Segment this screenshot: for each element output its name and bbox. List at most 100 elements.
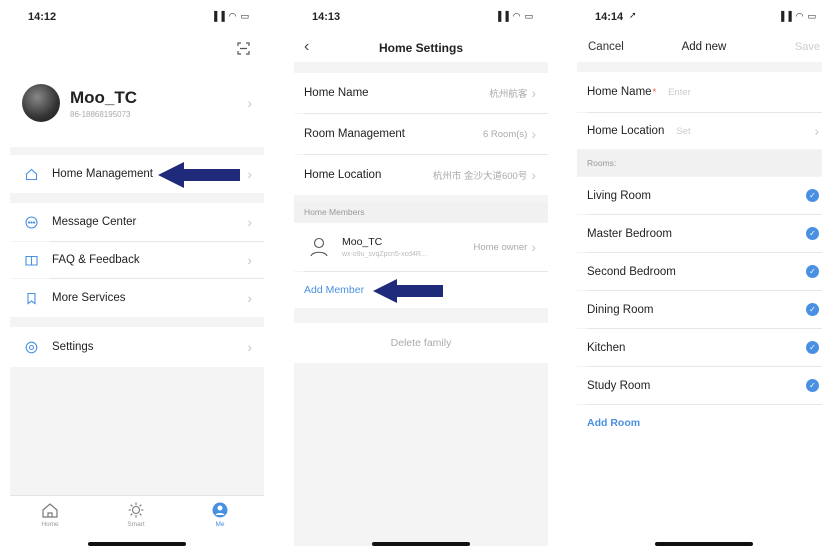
add-member-label: Add Member [304, 284, 365, 296]
arrow-left-icon [373, 279, 443, 303]
tab-bar: Home Smart Me [10, 495, 264, 546]
delete-family-button[interactable]: Delete family [294, 323, 548, 363]
check-circle-icon[interactable]: ✓ [806, 341, 819, 354]
home-name-input[interactable]: Enter [668, 87, 691, 98]
home-indicator [372, 542, 470, 546]
room-item[interactable]: Study Room ✓ [577, 367, 822, 404]
delete-family-label: Delete family [390, 337, 452, 349]
profile-row[interactable]: Moo_TC 86-18868195073 › [10, 74, 264, 132]
room-item[interactable]: Second Bedroom ✓ [577, 253, 822, 290]
chevron-right-icon: › [247, 95, 252, 111]
member-row[interactable]: Moo_TC wx-o9u_svqZpcn5-xcd4R... Home own… [294, 223, 548, 271]
member-id: wx-o9u_svqZpcn5-xcd4R... [342, 251, 427, 258]
room-item[interactable]: Master Bedroom ✓ [577, 215, 822, 252]
home-name-field[interactable]: Home Name * Enter [577, 72, 822, 112]
home-location-field[interactable]: Home Location Set › [577, 113, 822, 149]
home-name-value: 杭州航客 [489, 89, 528, 100]
avatar [22, 84, 60, 122]
menu-label: More Services [52, 292, 126, 304]
chevron-right-icon: › [247, 339, 252, 355]
menu-faq-feedback[interactable]: FAQ & Feedback › [10, 242, 264, 278]
check-circle-icon[interactable]: ✓ [806, 227, 819, 240]
status-time: 14:13 [312, 11, 341, 23]
menu-more-services[interactable]: More Services › [10, 279, 264, 317]
room-item[interactable]: Kitchen ✓ [577, 329, 822, 366]
tab-me[interactable]: Me [200, 502, 240, 528]
room-name: Kitchen [587, 341, 626, 354]
add-room-label: Add Room [587, 417, 641, 429]
menu-settings[interactable]: Settings › [10, 327, 264, 367]
home-location-input[interactable]: Set [676, 126, 690, 137]
status-icons: ▐▐ ◠ ▭ [210, 11, 250, 21]
room-name: Study Room [587, 379, 651, 392]
status-bar: 14:14 ➚ ▐▐ ◠ ▭ [577, 0, 822, 34]
status-bar: 14:12 ▐▐ ◠ ▭ [10, 0, 264, 34]
chevron-right-icon: › [247, 252, 252, 268]
home-indicator [88, 542, 186, 546]
add-room-button[interactable]: Add Room [577, 405, 822, 441]
chevron-right-icon: › [531, 126, 536, 142]
room-name: Second Bedroom [587, 265, 676, 278]
home-location-row[interactable]: Home Location 杭州市 金沙大道600号 › [294, 155, 548, 195]
menu-message-center[interactable]: Message Center › [10, 203, 264, 241]
user-icon [212, 502, 228, 518]
status-icons: ▐▐ ◠ ▭ [494, 11, 534, 21]
chevron-right-icon: › [814, 123, 819, 139]
home-settings-screen: 14:13 ▐▐ ◠ ▭ ‹ Home Settings Home Name 杭… [294, 0, 548, 546]
row-label: Home Location [304, 169, 382, 181]
status-time: 14:14 [595, 11, 624, 23]
members-header: Home Members [294, 202, 548, 222]
room-count-value: 6 Room(s) [482, 128, 528, 140]
room-name: Master Bedroom [587, 227, 673, 240]
tab-label: Me [215, 521, 225, 528]
content-bg [577, 441, 822, 546]
profile-screen: 14:12 ▐▐ ◠ ▭ Moo_TC 86-18868195073 › Hom… [10, 0, 264, 546]
location-arrow-icon: ➚ [629, 10, 637, 20]
menu-label: FAQ & Feedback [52, 254, 140, 266]
status-time: 14:12 [28, 11, 57, 23]
chevron-right-icon: › [247, 290, 252, 306]
room-item[interactable]: Living Room ✓ [577, 177, 822, 214]
room-management-row[interactable]: Room Management 6 Room(s) › [294, 114, 548, 154]
room-name: Living Room [587, 189, 651, 202]
house-icon [24, 167, 38, 181]
home-location-value: 杭州市 金沙大道600号 [432, 171, 528, 182]
rooms-header: Rooms: [577, 150, 822, 176]
chevron-right-icon: › [531, 85, 536, 101]
room-name: Dining Room [587, 303, 654, 316]
scan-icon[interactable] [237, 42, 250, 60]
check-circle-icon[interactable]: ✓ [806, 265, 819, 278]
add-home-screen: 14:14 ➚ ▐▐ ◠ ▭ Cancel Add new Save Home … [577, 0, 822, 546]
tab-smart[interactable]: Smart [116, 502, 156, 528]
field-label: Home Location [587, 125, 665, 137]
check-circle-icon[interactable]: ✓ [806, 303, 819, 316]
message-icon [24, 215, 38, 229]
tab-label: Home [41, 521, 59, 528]
check-circle-icon[interactable]: ✓ [806, 189, 819, 202]
tab-home[interactable]: Home [30, 502, 70, 528]
required-mark: * [652, 87, 657, 97]
chevron-right-icon: › [531, 167, 536, 183]
status-bar: 14:13 ▐▐ ◠ ▭ [294, 0, 548, 34]
menu-label: Home Management [52, 168, 153, 180]
home-name-row[interactable]: Home Name 杭州航客 › [294, 73, 548, 113]
book-icon [24, 253, 38, 267]
member-name: Moo_TC [342, 236, 383, 248]
menu-label: Message Center [52, 216, 137, 228]
save-button[interactable]: Save [795, 41, 820, 53]
house-icon [42, 503, 58, 518]
page-title: Home Settings [378, 41, 463, 55]
room-item[interactable]: Dining Room ✓ [577, 291, 822, 328]
tab-label: Smart [127, 521, 145, 528]
home-indicator [655, 542, 753, 546]
arrow-left-icon [158, 162, 240, 188]
menu-label: Settings [52, 341, 94, 353]
page-title: Add new [681, 41, 727, 53]
gear-icon [24, 340, 38, 354]
user-phone: 86-18868195073 [70, 109, 131, 119]
user-outline-icon [310, 237, 328, 257]
chevron-right-icon: › [531, 239, 536, 255]
sun-icon [128, 502, 144, 518]
check-circle-icon[interactable]: ✓ [806, 379, 819, 392]
status-icons: ▐▐ ◠ ▭ [777, 11, 817, 21]
